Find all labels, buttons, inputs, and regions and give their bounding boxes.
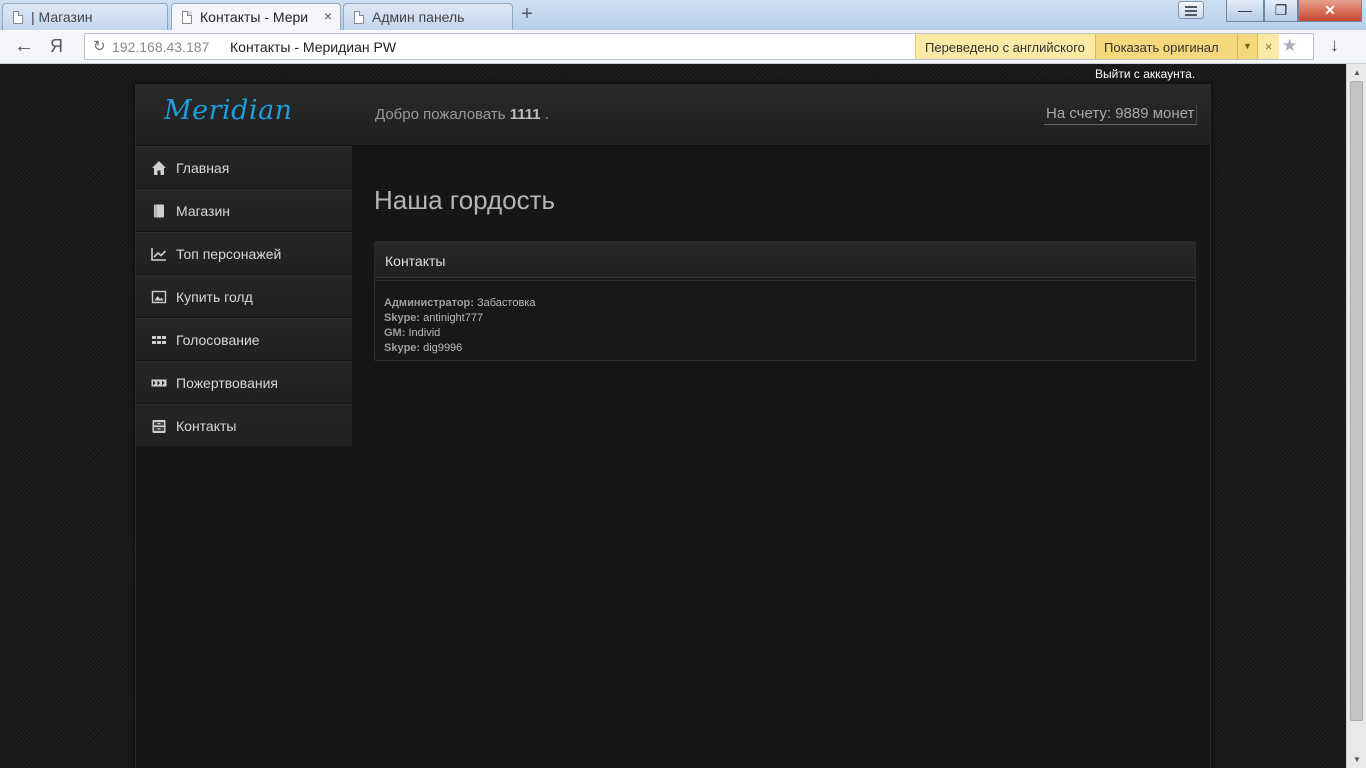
translate-close-icon[interactable]: × <box>1257 34 1279 59</box>
maximize-button[interactable]: ❐ <box>1264 0 1298 22</box>
logout-link[interactable]: Выйти с аккаунта. <box>1095 67 1195 81</box>
contact-row: GM: Individ <box>384 326 535 341</box>
tab-shop[interactable]: | Магазин <box>2 3 168 30</box>
contact-value: Забастовка <box>476 297 536 309</box>
download-icon[interactable]: ↓ <box>1330 35 1339 56</box>
close-tab-icon[interactable]: × <box>324 8 332 24</box>
bookmark-star-icon[interactable]: ★ <box>1282 36 1297 56</box>
welcome-text: Добро пожаловать 1111 . <box>375 106 549 123</box>
tab-contacts[interactable]: Контакты - Мери × <box>171 3 341 31</box>
reload-icon[interactable]: ↻ <box>93 37 106 55</box>
menu-icon-line <box>1185 10 1197 12</box>
contacts-panel: Контакты Администратор: Забастовка Skype… <box>374 241 1196 361</box>
balance-display: На счету: 9889 монет <box>1044 105 1198 125</box>
page-title: Наша гордость <box>374 185 556 215</box>
sidebar-item-buy-gold[interactable]: Купить голд <box>136 275 352 318</box>
panel-header: Контакты <box>375 242 1195 278</box>
site-header: Meridian Добро пожаловать 1111 . На счет… <box>136 85 1210 146</box>
sidebar-item-label: Магазин <box>176 203 231 219</box>
minimize-button[interactable]: — <box>1226 0 1264 22</box>
tab-label: | Магазин <box>31 9 93 25</box>
menu-icon-line <box>1185 14 1197 16</box>
show-original-button[interactable]: Показать оригинал <box>1095 34 1237 59</box>
tab-label: Контакты - Мери <box>200 9 309 25</box>
back-arrow-icon[interactable]: ← <box>14 35 34 58</box>
tab-admin-panel[interactable]: Админ панель <box>343 3 513 30</box>
tab-label: Админ панель <box>372 9 465 25</box>
contact-row: Skype: antinight777 <box>384 311 535 326</box>
site-logo[interactable]: Meridian <box>164 95 293 126</box>
sidebar-item-contacts[interactable]: Контакты <box>136 404 352 447</box>
contact-value: dig9996 <box>423 342 463 354</box>
page-viewport: Выйти с аккаунта. Meridian Добро пожалов… <box>0 64 1346 768</box>
translated-notice: Переведено с английского <box>915 34 1095 59</box>
welcome-prefix: Добро пожаловать <box>375 106 510 123</box>
page-icon <box>354 11 364 24</box>
page-scrollbar[interactable]: ▲ ▼ <box>1346 64 1366 768</box>
sidebar-nav: Главная Магазин Топ персонажей Купить го… <box>136 146 352 447</box>
address-bar[interactable]: ↻ 192.168.43.187 Контакты - Меридиан PW … <box>84 33 1314 60</box>
sidebar-item-donations[interactable]: Пожертвования <box>136 361 352 404</box>
page-icon <box>13 11 23 24</box>
picture-icon <box>151 290 167 304</box>
sidebar-item-voting[interactable]: Голосование <box>136 318 352 361</box>
tab-bar: | Магазин Контакты - Мери × Админ панель… <box>0 0 1366 31</box>
divider <box>375 280 1195 281</box>
home-icon <box>152 161 166 175</box>
sidebar-item-label: Пожертвования <box>176 375 278 391</box>
scroll-up-icon[interactable]: ▲ <box>1353 68 1361 77</box>
book-icon <box>154 204 164 218</box>
sidebar-item-label: Топ персонажей <box>176 246 282 262</box>
translate-dropdown-icon[interactable]: ▼ <box>1237 34 1257 59</box>
chart-icon <box>151 248 167 261</box>
browser-menu-button[interactable] <box>1178 1 1204 19</box>
contact-key: GM: <box>384 327 406 339</box>
scroll-down-icon[interactable]: ▼ <box>1353 755 1361 764</box>
forward-icon <box>151 379 167 387</box>
scroll-thumb[interactable] <box>1350 81 1363 721</box>
browser-toolbar: ← Я ↻ 192.168.43.187 Контакты - Меридиан… <box>0 30 1366 64</box>
contact-key: Администратор: <box>384 297 474 309</box>
sidebar-item-label: Главная <box>176 160 230 176</box>
contact-key: Skype: <box>384 342 421 354</box>
sidebar-item-label: Купить голд <box>176 289 253 305</box>
cabinet-icon <box>152 420 166 433</box>
url-host: 192.168.43.187 <box>112 39 210 55</box>
welcome-username: 1111 <box>509 106 541 123</box>
contact-row: Администратор: Забастовка <box>384 296 535 311</box>
sidebar-item-label: Контакты <box>176 418 237 434</box>
contacts-list: Администратор: Забастовка Skype: antinig… <box>384 296 535 356</box>
page-icon <box>182 11 192 24</box>
contact-key: Skype: <box>384 312 421 324</box>
yandex-icon[interactable]: Я <box>50 36 63 57</box>
new-tab-button[interactable]: + <box>517 3 537 27</box>
window-close-button[interactable]: ✕ <box>1298 0 1362 22</box>
contact-row: Skype: dig9996 <box>384 341 535 356</box>
site-container: Meridian Добро пожаловать 1111 . На счет… <box>135 84 1211 768</box>
welcome-suffix: . <box>540 106 549 123</box>
sidebar-item-top-characters[interactable]: Топ персонажей <box>136 232 352 275</box>
panel-title: Контакты <box>385 253 446 269</box>
contact-value: antinight777 <box>423 312 484 324</box>
main-content: Наша гордость Контакты Администратор: За… <box>374 185 1196 361</box>
grid-icon <box>152 336 166 344</box>
url-title: Контакты - Меридиан PW <box>230 39 397 55</box>
sidebar-item-home[interactable]: Главная <box>136 146 352 189</box>
sidebar-item-label: Голосование <box>176 332 260 348</box>
contact-value: Individ <box>408 327 441 339</box>
menu-icon <box>1185 6 1197 8</box>
sidebar-item-shop[interactable]: Магазин <box>136 189 352 232</box>
